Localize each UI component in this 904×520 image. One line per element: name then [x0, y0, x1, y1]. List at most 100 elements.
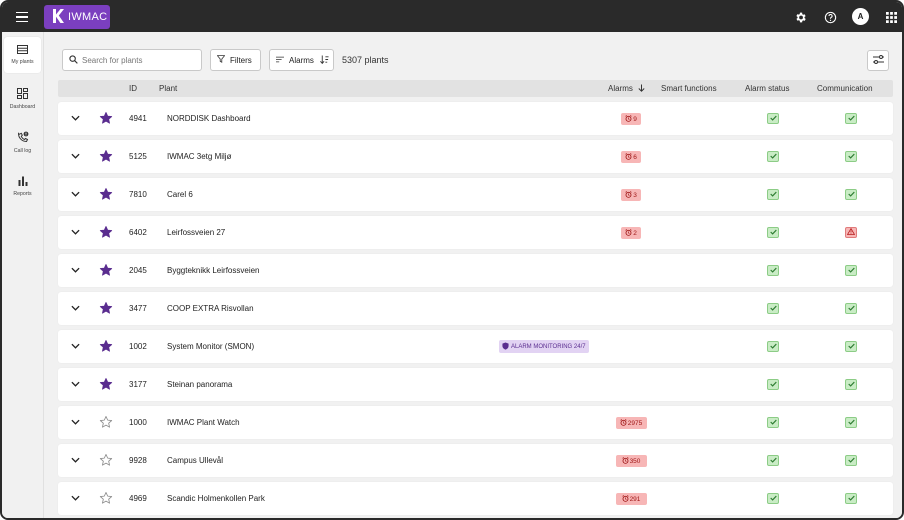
brand-name: IWMAC	[68, 11, 108, 23]
plant-name[interactable]: Campus Ullevål	[167, 444, 223, 477]
expand-row-button[interactable]	[68, 368, 82, 401]
sidebar-item-call-log[interactable]: Call log	[4, 124, 41, 160]
expand-row-button[interactable]	[68, 254, 82, 287]
check-icon	[769, 266, 777, 275]
table-row[interactable]: 1002 System Monitor (SMON) ALARM MONITORIN…	[58, 330, 893, 363]
plant-name[interactable]: IWMAC Plant Watch	[167, 406, 240, 439]
plant-count: 5307 plants	[342, 55, 389, 65]
communication-indicator	[845, 455, 857, 466]
expand-row-button[interactable]	[68, 216, 82, 249]
column-header-communication[interactable]: Communication	[817, 84, 873, 93]
expand-row-button[interactable]	[68, 330, 82, 363]
table-row[interactable]: 5125 IWMAC 3etg Miljø 6	[58, 140, 893, 173]
search-input[interactable]	[82, 55, 192, 65]
brand-logo[interactable]: IWMAC	[44, 5, 110, 29]
sidebar-item-my-plants[interactable]: My plants	[4, 37, 41, 73]
help-icon[interactable]	[822, 9, 838, 25]
chevron-down-icon	[70, 342, 80, 351]
favorite-star-button[interactable]	[98, 178, 114, 211]
check-icon	[847, 494, 855, 503]
column-header-smart-functions[interactable]: Smart functions	[661, 84, 717, 93]
check-icon	[847, 190, 855, 199]
favorite-star-button[interactable]	[98, 406, 114, 439]
favorite-star-button[interactable]	[98, 368, 114, 401]
favorite-star-button[interactable]	[98, 444, 114, 477]
sort-alarms-button[interactable]: Alarms	[269, 49, 334, 71]
table-row[interactable]: 1000 IWMAC Plant Watch 2975	[58, 406, 893, 439]
filters-button[interactable]: Filters	[210, 49, 261, 71]
alarm-count-badge[interactable]: 3	[621, 189, 641, 201]
table-row[interactable]: 6402 Leirfossveien 27 2	[58, 216, 893, 249]
smart-function-badge[interactable]: ALARM MONITORING 24/7	[499, 340, 589, 353]
plant-name[interactable]: Steinan panorama	[167, 368, 232, 401]
column-header-id[interactable]: ID	[129, 84, 137, 93]
column-header-plant[interactable]: Plant	[159, 84, 177, 93]
expand-row-button[interactable]	[68, 406, 82, 439]
list-icon	[17, 45, 28, 56]
favorite-star-button[interactable]	[98, 482, 114, 515]
plant-id: 1000	[129, 418, 147, 427]
alarm-status-indicator	[767, 493, 779, 504]
settings-gear-icon[interactable]	[792, 9, 808, 25]
column-header-alarms[interactable]: Alarms	[608, 84, 645, 94]
table-row[interactable]: 3477 COOP EXTRA Risvollan	[58, 292, 893, 325]
arrow-down-icon	[638, 84, 645, 94]
check-icon	[769, 418, 777, 427]
sort-lines-icon	[276, 56, 284, 65]
plant-name[interactable]: NORDDISK Dashboard	[167, 102, 251, 135]
plant-name[interactable]: Leirfossveien 27	[167, 216, 225, 249]
table-row[interactable]: 2045 Byggteknikk Leirfossveien	[58, 254, 893, 287]
favorite-star-button[interactable]	[98, 216, 114, 249]
user-avatar[interactable]: A	[852, 8, 869, 25]
alarm-clock-icon	[625, 152, 633, 162]
alarm-count-badge[interactable]: 291	[615, 493, 647, 505]
column-header-alarm-status[interactable]: Alarm status	[745, 84, 789, 93]
plant-id: 5125	[129, 152, 147, 161]
hamburger-menu-button[interactable]	[2, 2, 42, 32]
table-row[interactable]: 3177 Steinan panorama	[58, 368, 893, 401]
expand-row-button[interactable]	[68, 482, 82, 515]
chevron-down-icon	[70, 228, 80, 237]
chevron-down-icon	[70, 114, 80, 123]
expand-row-button[interactable]	[68, 292, 82, 325]
sidebar-item-reports[interactable]: Reports	[4, 168, 41, 204]
apps-grid-icon[interactable]	[883, 9, 899, 25]
plant-name[interactable]: IWMAC 3etg Miljø	[167, 140, 231, 173]
favorite-star-button[interactable]	[98, 292, 114, 325]
alarm-count: 291	[629, 495, 641, 503]
filters-label: Filters	[230, 55, 252, 65]
alarm-count-badge[interactable]: 9	[621, 113, 641, 125]
sidebar-item-dashboard[interactable]: Dashboard	[4, 81, 41, 117]
table-row[interactable]: 7810 Carel 6 3	[58, 178, 893, 211]
check-icon	[769, 494, 777, 503]
plant-name[interactable]: Carel 6	[167, 178, 193, 211]
plant-name[interactable]: Scandic Holmenkollen Park	[167, 482, 265, 515]
favorite-star-button[interactable]	[98, 330, 114, 363]
app-window: IWMAC A My plants Dashboard Call log Rep…	[0, 0, 904, 520]
check-icon	[769, 342, 777, 351]
alarm-count-badge[interactable]: 2975	[615, 417, 647, 429]
column-settings-button[interactable]	[867, 50, 889, 71]
search-box[interactable]	[62, 49, 202, 71]
expand-row-button[interactable]	[68, 102, 82, 135]
table-row[interactable]: 9928 Campus Ullevål 350	[58, 444, 893, 477]
favorite-star-button[interactable]	[98, 254, 114, 287]
alarm-count-badge[interactable]: 6	[621, 151, 641, 163]
favorite-star-button[interactable]	[98, 140, 114, 173]
table-row[interactable]: 4941 NORDDISK Dashboard 9	[58, 102, 893, 135]
expand-row-button[interactable]	[68, 140, 82, 173]
table-row[interactable]: 4969 Scandic Holmenkollen Park 291	[58, 482, 893, 515]
plant-name[interactable]: System Monitor (SMON)	[167, 330, 254, 363]
alarm-count-badge[interactable]: 350	[615, 455, 647, 467]
favorite-star-button[interactable]	[98, 102, 114, 135]
expand-row-button[interactable]	[68, 178, 82, 211]
bar-chart-icon	[18, 176, 28, 188]
sidebar-item-label: My plants	[11, 59, 34, 65]
check-icon	[769, 152, 777, 161]
plant-id: 1002	[129, 342, 147, 351]
plant-name[interactable]: Byggteknikk Leirfossveien	[167, 254, 260, 287]
alarm-count-badge[interactable]: 2	[621, 227, 641, 239]
plant-name[interactable]: COOP EXTRA Risvollan	[167, 292, 254, 325]
expand-row-button[interactable]	[68, 444, 82, 477]
alarm-status-indicator	[767, 265, 779, 276]
